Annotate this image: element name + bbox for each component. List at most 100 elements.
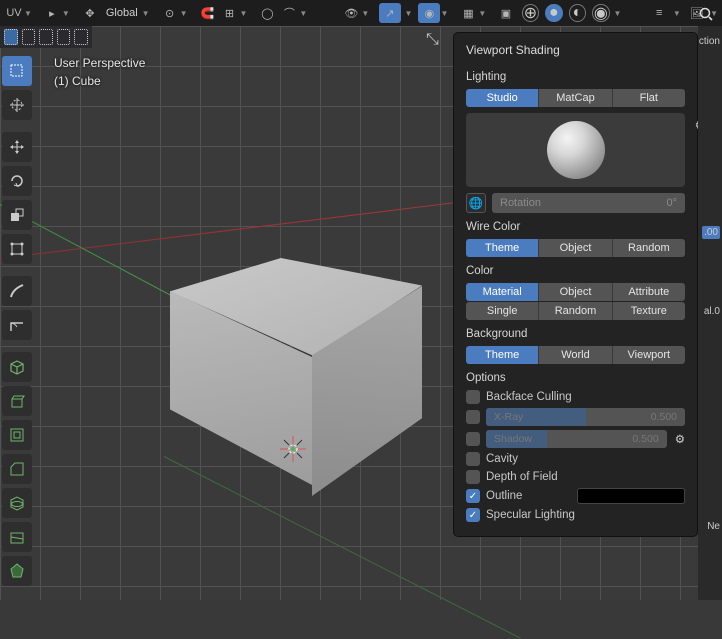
studio-ball-icon xyxy=(547,121,605,179)
backface-checkbox[interactable] xyxy=(466,390,480,404)
cavity-label: Cavity xyxy=(486,453,518,465)
studio-preview[interactable]: ⚙ xyxy=(466,113,685,187)
tool-bevel[interactable] xyxy=(2,454,32,484)
shading-wire-icon[interactable]: ⊕ xyxy=(522,4,539,22)
tool-inset[interactable] xyxy=(2,420,32,450)
color-material-button[interactable]: Material xyxy=(466,283,539,301)
gizmo-icon[interactable]: ↗ xyxy=(379,3,400,23)
wirecolor-random-button[interactable]: Random xyxy=(613,239,685,257)
wirecolor-object-button[interactable]: Object xyxy=(539,239,612,257)
color-object-button[interactable]: Object xyxy=(539,283,612,301)
edge-value1: .00 xyxy=(702,226,720,239)
snap-icon[interactable]: 🧲 xyxy=(197,3,217,23)
lighting-label: Lighting xyxy=(466,71,685,83)
background-row: Theme World Viewport xyxy=(466,346,685,364)
lighting-studio-button[interactable]: Studio xyxy=(466,89,539,107)
tool-extrude[interactable] xyxy=(2,386,32,416)
wirecolor-theme-button[interactable]: Theme xyxy=(466,239,539,257)
bg-viewport-button[interactable]: Viewport xyxy=(613,346,685,364)
select-mode-extend[interactable] xyxy=(22,29,36,45)
collapse-icon[interactable]: ⤡ xyxy=(426,31,439,49)
lighting-matcap-button[interactable]: MatCap xyxy=(539,89,612,107)
cavity-row[interactable]: Cavity xyxy=(466,452,685,466)
color-row2: Single Random Texture xyxy=(466,302,685,320)
shadow-slider[interactable]: Shadow 0.500 xyxy=(486,430,667,448)
shading-solid-icon[interactable]: ● xyxy=(545,4,562,22)
tool-cursor[interactable] xyxy=(2,90,32,120)
chevron-down-icon: ▼ xyxy=(478,9,486,18)
chevron-down-icon: ▼ xyxy=(180,9,188,18)
uv-mode-dropdown[interactable]: UV xyxy=(4,3,24,23)
popover-title: Viewport Shading xyxy=(466,43,685,57)
edge-value2: al.0 xyxy=(704,306,720,317)
color-attribute-button[interactable]: Attribute xyxy=(613,283,685,301)
tool-transform[interactable] xyxy=(2,234,32,264)
tool-loopcut[interactable] xyxy=(2,488,32,518)
outline-color-swatch[interactable] xyxy=(577,488,685,504)
tool-move[interactable] xyxy=(2,132,32,162)
select-mode-intersect[interactable] xyxy=(74,29,88,45)
bg-theme-button[interactable]: Theme xyxy=(466,346,539,364)
xray-slider[interactable]: X-Ray 0.500 xyxy=(486,408,685,426)
orientation-label: Global xyxy=(102,7,142,19)
dof-checkbox[interactable] xyxy=(466,470,480,484)
bg-world-button[interactable]: World xyxy=(539,346,612,364)
chevron-down-icon: ▼ xyxy=(614,9,622,18)
backface-row[interactable]: Backface Culling xyxy=(466,390,685,404)
select-mode-invert[interactable] xyxy=(57,29,71,45)
chevron-down-icon: ▼ xyxy=(405,9,413,18)
tool-knife[interactable] xyxy=(2,522,32,552)
visibility-icon[interactable]: 👁 xyxy=(341,3,361,23)
rotation-field[interactable]: Rotation 0° xyxy=(492,193,685,213)
gear-icon[interactable]: ⚙ xyxy=(675,432,685,446)
lighting-flat-button[interactable]: Flat xyxy=(613,89,685,107)
outline-checkbox[interactable] xyxy=(466,489,480,503)
viewport-shading-popover: Viewport Shading Lighting Studio MatCap … xyxy=(453,32,698,537)
editor-type-icon[interactable]: ≡ xyxy=(649,3,668,23)
select-mode-set[interactable] xyxy=(4,29,18,45)
snap-grid-icon[interactable]: ⊞ xyxy=(219,3,239,23)
chevron-down-icon: ▼ xyxy=(361,9,369,18)
cursor-3d-icon xyxy=(278,434,308,464)
world-space-icon[interactable]: 🌐 xyxy=(466,193,486,213)
specular-row[interactable]: Specular Lighting xyxy=(466,508,685,522)
flag-icon[interactable]: ▸ xyxy=(42,3,62,23)
edge-ne: Ne xyxy=(707,521,720,532)
tool-rotate[interactable] xyxy=(2,166,32,196)
uv-mode-label: UV xyxy=(6,7,21,19)
xray-checkbox[interactable] xyxy=(466,410,480,424)
pivot-icon[interactable]: ⊙ xyxy=(160,3,180,23)
color-single-button[interactable]: Single xyxy=(466,302,539,320)
toggle-icon[interactable]: ▣ xyxy=(496,3,515,23)
color-row1: Material Object Attribute xyxy=(466,283,685,301)
color-random-button[interactable]: Random xyxy=(539,302,612,320)
search-icon[interactable] xyxy=(696,4,716,24)
overlay-icon[interactable]: ◉ xyxy=(418,3,440,23)
color-texture-button[interactable]: Texture xyxy=(613,302,685,320)
outline-row[interactable]: Outline xyxy=(466,488,685,504)
tool-poly[interactable] xyxy=(2,556,32,586)
falloff-icon[interactable]: ⌒ xyxy=(279,3,299,23)
tool-add-cube[interactable] xyxy=(2,352,32,382)
axis-x-line xyxy=(0,202,457,259)
info-perspective: User Perspective xyxy=(54,56,145,70)
right-panel-edge: ction .00 al.0 Ne xyxy=(698,26,722,600)
shadow-checkbox[interactable] xyxy=(466,432,480,446)
left-toolbar xyxy=(0,56,36,586)
tool-annotate[interactable] xyxy=(2,276,32,306)
shading-render-icon[interactable]: ◉ xyxy=(592,4,609,22)
wire-color-row: Theme Object Random xyxy=(466,239,685,257)
cavity-checkbox[interactable] xyxy=(466,452,480,466)
select-mode-subtract[interactable] xyxy=(39,29,53,45)
tool-measure[interactable] xyxy=(2,310,32,340)
orientation-icon[interactable]: ✥ xyxy=(80,3,100,23)
color-label: Color xyxy=(466,265,685,277)
tool-scale[interactable] xyxy=(2,200,32,230)
dof-row[interactable]: Depth of Field xyxy=(466,470,685,484)
specular-checkbox[interactable] xyxy=(466,508,480,522)
shading-matprev-icon[interactable]: ◐ xyxy=(569,4,586,22)
xray-icon[interactable]: ▦ xyxy=(458,3,478,23)
tool-select[interactable] xyxy=(2,56,32,86)
proportional-icon[interactable]: ◯ xyxy=(257,3,277,23)
options-label: Options xyxy=(466,372,685,384)
